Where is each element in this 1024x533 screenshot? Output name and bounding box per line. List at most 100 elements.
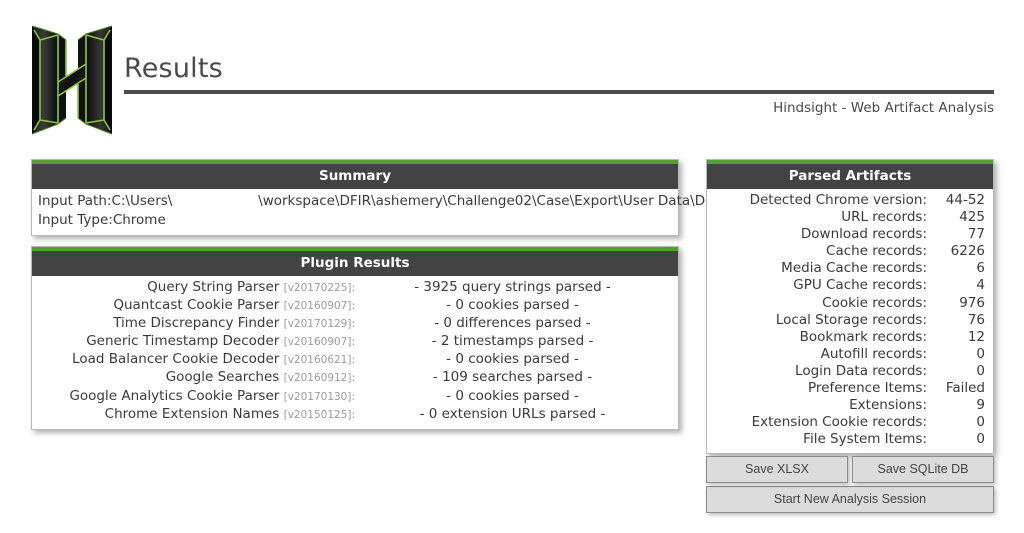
plugin-row: Quantcast Cookie Parser [v20160907]: - 0… — [40, 297, 670, 315]
summary-row-label: Input Type: — [38, 212, 113, 228]
artifact-label: Cookie records: — [822, 294, 927, 311]
artifact-value: 0 — [976, 431, 985, 448]
artifact-value: Failed — [945, 380, 985, 397]
plugin-name-text: Generic Timestamp Decoder — [86, 333, 280, 350]
plugin-row: Time Discrepancy Finder [v20170129]: - 0… — [40, 315, 670, 333]
artifacts-panel-body: Detected Chrome version: 44-52 URL recor… — [707, 189, 993, 454]
plugin-result: - 2 timestamps parsed - — [431, 333, 594, 350]
artifact-row: Extensions: 9 — [715, 397, 985, 414]
artifact-label: Bookmark records: — [799, 328, 927, 345]
summary-row-value: C:\Users\ \workspace\DFIR\ashemery\Chall… — [111, 193, 745, 209]
plugin-result: - 0 differences parsed - — [434, 315, 591, 332]
summary-row-value: Chrome — [112, 212, 166, 228]
artifact-row: Autofill records: 0 — [715, 346, 985, 363]
summary-panel: Summary Input Path: C:\Users\ \workspace\… — [31, 159, 744, 236]
artifact-label: Extensions: — [849, 397, 927, 414]
plugin-name: Query String Parser [v20170225]: — [40, 279, 355, 297]
plugin-row: Google Searches [v20160912]: - 109 searc… — [40, 369, 670, 387]
artifact-label: Local Storage records: — [775, 311, 927, 328]
artifact-label: GPU Cache records: — [793, 277, 927, 294]
save-xlsx-button[interactable]: Save XLSX — [706, 456, 848, 483]
artifact-value: 44-52 — [945, 192, 985, 208]
plugin-version: [v20160907]: — [283, 300, 355, 313]
start-new-analysis-session-button[interactable]: Start New Analysis Session — [706, 486, 994, 513]
plugin-row: Generic Timestamp Decoder [v20160907]: -… — [40, 333, 670, 351]
plugin-result: - 109 searches parsed - — [432, 369, 593, 386]
artifact-label: Preference Items: — [808, 380, 927, 397]
plugin-name: Generic Timestamp Decoder [v20160907]: — [40, 333, 355, 351]
plugin-result: - 0 cookies parsed - — [446, 297, 579, 314]
summary-row: Input Type: Chrome — [38, 211, 672, 230]
plugin-name: Google Analytics Cookie Parser [v2017013… — [40, 388, 355, 406]
artifact-row: Local Storage records: 76 — [715, 312, 985, 329]
artifact-row: GPU Cache records: 4 — [715, 277, 985, 294]
artifact-label: Extension Cookie records: — [751, 414, 927, 431]
artifact-row: Media Cache records: 6 — [715, 260, 985, 277]
plugin-name: Time Discrepancy Finder [v20170129]: — [40, 315, 355, 333]
plugin-name: Google Searches [v20160912]: — [40, 369, 355, 387]
artifact-value: 6226 — [950, 243, 985, 260]
plugin-panel-heading: Plugin Results — [32, 251, 678, 276]
plugin-name-text: Quantcast Cookie Parser — [113, 297, 280, 314]
artifact-label: Download records: — [800, 226, 927, 243]
action-buttons: Save XLSX Save SQLite DB Start New Analy… — [706, 456, 994, 513]
artifact-value: 77 — [967, 226, 985, 243]
plugin-name: Chrome Extension Names [v20150125]: — [40, 406, 355, 424]
save-sqlite-db-button[interactable]: Save SQLite DB — [852, 456, 994, 483]
plugin-name-text: Load Balancer Cookie Decoder — [72, 351, 280, 368]
plugin-name-text: Query String Parser — [147, 279, 280, 295]
summary-row-label: Input Path: — [38, 193, 112, 209]
artifact-row: Preference Items: Failed — [715, 380, 985, 397]
artifact-row: Bookmark records: 12 — [715, 329, 985, 346]
plugin-name: Load Balancer Cookie Decoder [v20160621]… — [40, 351, 355, 369]
plugin-version: [v20160912]: — [283, 372, 355, 385]
page-header: Results Hindsight - Web Artifact Analysi… — [0, 0, 1024, 150]
plugin-result: - 0 cookies parsed - — [446, 387, 579, 404]
plugin-version: [v20170130]: — [283, 390, 355, 403]
plugin-version: [v20170129]: — [283, 318, 355, 331]
title-block: Results Hindsight - Web Artifact Analysi… — [124, 52, 996, 116]
plugin-version: [v20160907]: — [283, 336, 355, 349]
artifact-row: Extension Cookie records: 0 — [715, 414, 985, 431]
plugin-result: - 0 extension URLs parsed - — [419, 405, 606, 422]
artifact-value: 0 — [976, 345, 985, 362]
plugin-row: Query String Parser [v20170225]: - 3925 … — [40, 279, 670, 297]
parsed-artifacts-panel: Parsed Artifacts Detected Chrome version… — [706, 159, 994, 455]
artifacts-panel-heading: Parsed Artifacts — [707, 164, 993, 189]
plugin-row: Chrome Extension Names [v20150125]: - 0 … — [40, 406, 670, 424]
plugin-name-text: Time Discrepancy Finder — [113, 315, 280, 332]
summary-panel-heading: Summary — [32, 164, 678, 189]
artifact-row: Detected Chrome version: 44-52 — [715, 192, 985, 209]
artifact-value: 0 — [976, 414, 985, 431]
summary-panel-body: Input Path: C:\Users\ \workspace\DFIR\ash… — [32, 189, 744, 235]
artifact-label: Autofill records: — [820, 345, 927, 362]
plugin-version: [v20170225]: — [283, 282, 355, 294]
plugin-version: [v20150125]: — [283, 408, 355, 421]
artifact-value: 976 — [959, 294, 985, 311]
artifact-row: Download records: 77 — [715, 226, 985, 243]
artifact-row: URL records: 425 — [715, 209, 985, 226]
plugin-result: - 0 cookies parsed - — [446, 351, 579, 368]
plugin-row: Google Analytics Cookie Parser [v2017013… — [40, 388, 670, 406]
artifact-value: 6 — [976, 260, 985, 277]
plugin-name-text: Google Analytics Cookie Parser — [69, 387, 280, 404]
artifact-label: Media Cache records: — [781, 260, 927, 277]
artifact-value: 0 — [976, 362, 985, 379]
artifact-label: File System Items: — [803, 431, 927, 448]
artifact-row: Cache records: 6226 — [715, 243, 985, 260]
plugin-version: [v20160621]: — [283, 354, 355, 367]
artifact-value: 9 — [976, 397, 985, 414]
artifact-label: URL records: — [841, 209, 927, 226]
artifact-value: 4 — [976, 277, 985, 294]
plugin-name-text: Google Searches — [165, 369, 280, 386]
plugin-name-text: Chrome Extension Names — [104, 405, 280, 422]
summary-row: Input Path: C:\Users\ \workspace\DFIR\ash… — [38, 192, 744, 211]
page-title: Results — [124, 53, 223, 84]
title-divider — [124, 90, 994, 94]
plugin-name: Quantcast Cookie Parser [v20160907]: — [40, 297, 355, 315]
plugin-results-panel: Plugin Results Query String Parser [v201… — [31, 246, 679, 430]
plugin-result: - 3925 query strings parsed - — [414, 279, 611, 295]
artifact-row: Cookie records: 976 — [715, 295, 985, 312]
artifact-label: Login Data records: — [795, 362, 927, 379]
artifact-value: 76 — [967, 311, 985, 328]
